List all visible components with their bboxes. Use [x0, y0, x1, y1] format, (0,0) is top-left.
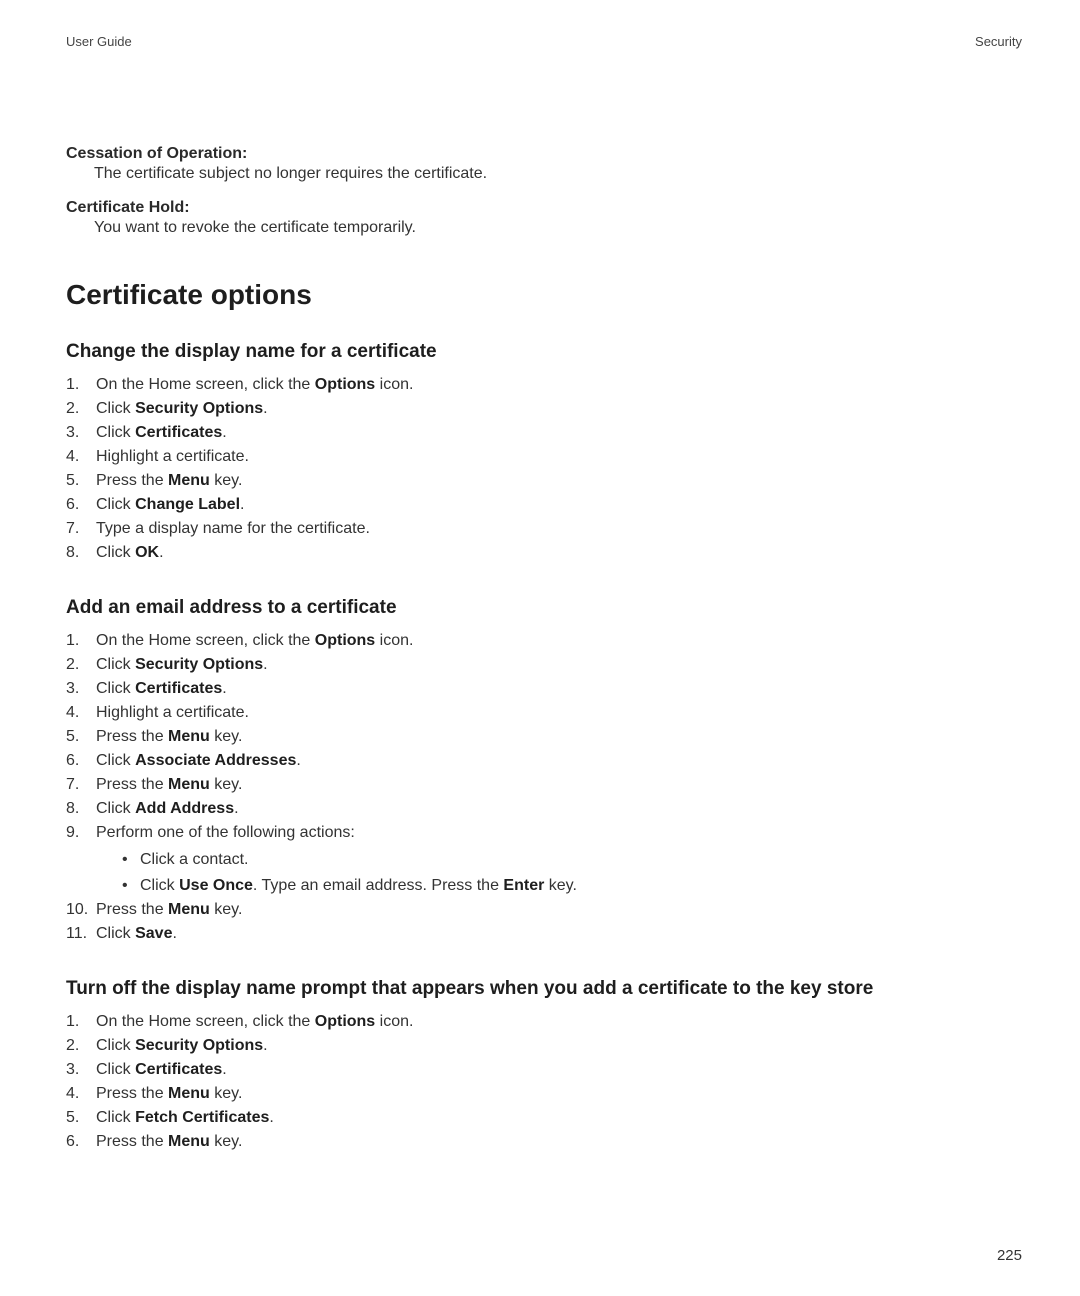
- step-item: Click Security Options.: [66, 653, 1022, 677]
- page-header: User Guide Security: [66, 34, 1022, 49]
- definitions-list: Cessation of Operation: The certificate s…: [66, 145, 1022, 237]
- header-right: Security: [975, 34, 1022, 49]
- bold-text: Options: [315, 1013, 375, 1030]
- sub-action-item: Click Use Once. Type an email address. P…: [122, 873, 1022, 899]
- step-item: Perform one of the following actions:Cli…: [66, 821, 1022, 898]
- step-list: On the Home screen, click the Options ic…: [66, 1010, 1022, 1154]
- bold-text: Use Once: [179, 877, 253, 894]
- step-item: Press the Menu key.: [66, 773, 1022, 797]
- bold-text: Menu: [168, 728, 210, 745]
- bold-text: Menu: [168, 901, 210, 918]
- step-item: Click Certificates.: [66, 421, 1022, 445]
- bold-text: Change Label: [135, 496, 240, 513]
- step-item: Type a display name for the certificate.: [66, 517, 1022, 541]
- page-number: 225: [997, 1247, 1022, 1264]
- step-list: On the Home screen, click the Options ic…: [66, 629, 1022, 946]
- subsection-title: Change the display name for a certificat…: [66, 341, 1022, 363]
- bold-text: Menu: [168, 1085, 210, 1102]
- step-item: Press the Menu key.: [66, 1082, 1022, 1106]
- bold-text: Menu: [168, 776, 210, 793]
- bold-text: Fetch Certificates: [135, 1109, 269, 1126]
- bold-text: Certificates: [135, 1061, 222, 1078]
- bold-text: Security Options: [135, 656, 263, 673]
- definition-block: Cessation of Operation: The certificate s…: [66, 145, 1022, 183]
- subsection: Turn off the display name prompt that ap…: [66, 978, 1022, 1154]
- step-item: Click Associate Addresses.: [66, 749, 1022, 773]
- subsection: Change the display name for a certificat…: [66, 341, 1022, 565]
- bold-text: Add Address: [135, 800, 234, 817]
- step-item: Press the Menu key.: [66, 1130, 1022, 1154]
- subsections-container: Change the display name for a certificat…: [66, 341, 1022, 1154]
- bold-text: Certificates: [135, 424, 222, 441]
- definition-term: Certificate Hold:: [66, 199, 1022, 217]
- step-item: Click Change Label.: [66, 493, 1022, 517]
- header-left: User Guide: [66, 34, 132, 49]
- bold-text: Certificates: [135, 680, 222, 697]
- definition-description: You want to revoke the certificate tempo…: [66, 219, 1022, 237]
- bold-text: Security Options: [135, 1037, 263, 1054]
- bold-text: Security Options: [135, 400, 263, 417]
- bold-text: Menu: [168, 472, 210, 489]
- step-item: Click Certificates.: [66, 1058, 1022, 1082]
- step-item: Highlight a certificate.: [66, 701, 1022, 725]
- subsection-title: Turn off the display name prompt that ap…: [66, 978, 1022, 1000]
- definition-description: The certificate subject no longer requir…: [66, 165, 1022, 183]
- step-item: Click Security Options.: [66, 397, 1022, 421]
- sub-action-list: Click a contact.Click Use Once. Type an …: [96, 847, 1022, 898]
- sub-action-item: Click a contact.: [122, 847, 1022, 873]
- bold-text: Options: [315, 632, 375, 649]
- step-item: On the Home screen, click the Options ic…: [66, 629, 1022, 653]
- step-list: On the Home screen, click the Options ic…: [66, 373, 1022, 565]
- step-item: Press the Menu key.: [66, 469, 1022, 493]
- step-item: Click Security Options.: [66, 1034, 1022, 1058]
- step-item: Click Add Address.: [66, 797, 1022, 821]
- definition-term: Cessation of Operation:: [66, 145, 1022, 163]
- step-item: On the Home screen, click the Options ic…: [66, 1010, 1022, 1034]
- bold-text: Menu: [168, 1133, 210, 1150]
- subsection-title: Add an email address to a certificate: [66, 597, 1022, 619]
- step-item: Click Certificates.: [66, 677, 1022, 701]
- step-item: Press the Menu key.: [66, 725, 1022, 749]
- step-item: Click Fetch Certificates.: [66, 1106, 1022, 1130]
- bold-text: Options: [315, 376, 375, 393]
- subsection: Add an email address to a certificate On …: [66, 597, 1022, 946]
- definition-block: Certificate Hold: You want to revoke the …: [66, 199, 1022, 237]
- step-item: On the Home screen, click the Options ic…: [66, 373, 1022, 397]
- step-item: Press the Menu key.: [66, 898, 1022, 922]
- bold-text: Save: [135, 925, 172, 942]
- bold-text: Enter: [503, 877, 544, 894]
- step-item: Click OK.: [66, 541, 1022, 565]
- step-item: Highlight a certificate.: [66, 445, 1022, 469]
- bold-text: OK: [135, 544, 159, 561]
- section-title: Certificate options: [66, 279, 1022, 311]
- step-item: Click Save.: [66, 922, 1022, 946]
- bold-text: Associate Addresses: [135, 752, 296, 769]
